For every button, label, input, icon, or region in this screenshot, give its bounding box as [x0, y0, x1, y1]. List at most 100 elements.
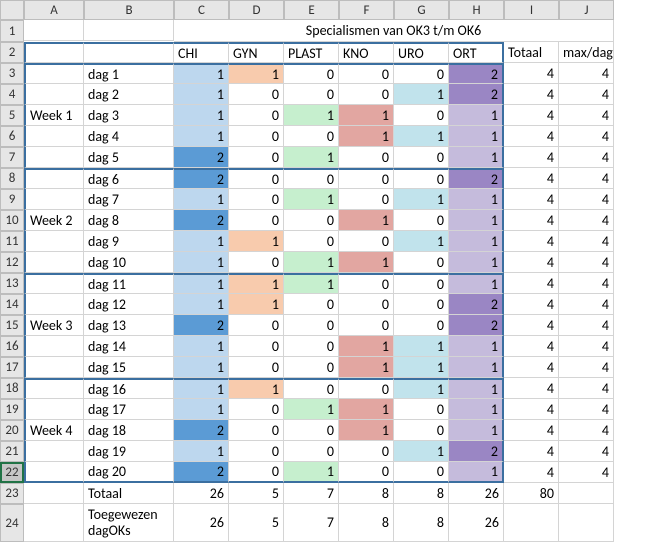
data-cell[interactable]: 0 [284, 294, 339, 315]
data-cell[interactable]: 1 [449, 231, 504, 252]
row-header[interactable]: 7 [0, 147, 24, 168]
data-cell[interactable]: 1 [174, 273, 229, 294]
data-cell[interactable]: 0 [339, 273, 394, 294]
data-cell[interactable]: 1 [449, 357, 504, 378]
data-cell[interactable]: 0 [394, 420, 449, 441]
data-cell[interactable]: 0 [394, 294, 449, 315]
data-cell[interactable]: 1 [394, 357, 449, 378]
data-cell[interactable]: 0 [394, 63, 449, 84]
data-cell[interactable]: 0 [394, 273, 449, 294]
data-cell[interactable]: 1 [174, 336, 229, 357]
col-header[interactable]: G [394, 0, 449, 20]
data-cell[interactable]: 2 [449, 315, 504, 336]
data-cell[interactable]: 1 [284, 252, 339, 273]
data-cell[interactable]: 2 [449, 294, 504, 315]
data-cell[interactable]: 1 [284, 105, 339, 126]
cell[interactable] [24, 483, 84, 504]
data-cell[interactable]: 0 [284, 168, 339, 189]
data-cell[interactable]: 0 [339, 189, 394, 210]
data-cell[interactable]: 1 [394, 126, 449, 147]
data-cell[interactable]: 1 [394, 189, 449, 210]
data-cell[interactable]: 1 [174, 231, 229, 252]
data-cell[interactable]: 0 [284, 357, 339, 378]
data-cell[interactable]: 1 [229, 378, 284, 399]
data-cell[interactable]: 1 [174, 357, 229, 378]
data-cell[interactable]: 1 [449, 105, 504, 126]
cell[interactable] [84, 20, 174, 41]
data-cell[interactable]: 1 [339, 105, 394, 126]
data-cell[interactable]: 0 [229, 84, 284, 105]
data-cell[interactable]: 2 [174, 315, 229, 336]
data-cell[interactable]: 0 [229, 420, 284, 441]
row-header[interactable]: 5 [0, 105, 24, 126]
data-cell[interactable]: 0 [229, 315, 284, 336]
data-cell[interactable]: 2 [449, 63, 504, 84]
data-cell[interactable]: 0 [229, 147, 284, 168]
data-cell[interactable]: 0 [394, 315, 449, 336]
row-header[interactable]: 4 [0, 84, 24, 105]
data-cell[interactable]: 1 [339, 336, 394, 357]
col-header[interactable]: E [284, 0, 339, 20]
data-cell[interactable]: 0 [339, 441, 394, 462]
row-header[interactable]: 1 [0, 20, 24, 42]
data-cell[interactable]: 1 [449, 273, 504, 294]
row-header[interactable]: 22 [0, 462, 24, 483]
row-header[interactable]: 21 [0, 441, 24, 462]
row-header[interactable]: 23 [0, 483, 24, 504]
row-header[interactable]: 8 [0, 168, 24, 189]
data-cell[interactable]: 1 [229, 63, 284, 84]
data-cell[interactable]: 2 [174, 210, 229, 231]
data-cell[interactable]: 0 [229, 357, 284, 378]
data-cell[interactable]: 0 [284, 336, 339, 357]
data-cell[interactable]: 1 [284, 189, 339, 210]
data-cell[interactable]: 1 [284, 273, 339, 294]
data-cell[interactable]: 1 [339, 357, 394, 378]
row-header[interactable]: 19 [0, 399, 24, 420]
data-cell[interactable]: 1 [449, 420, 504, 441]
data-cell[interactable]: 0 [394, 210, 449, 231]
data-cell[interactable]: 0 [394, 462, 449, 483]
data-cell[interactable]: 1 [339, 210, 394, 231]
data-cell[interactable]: 1 [394, 378, 449, 399]
data-cell[interactable]: 1 [174, 84, 229, 105]
data-cell[interactable]: 1 [174, 441, 229, 462]
row-header[interactable]: 9 [0, 189, 24, 210]
data-cell[interactable]: 2 [449, 168, 504, 189]
cell[interactable] [24, 42, 84, 63]
data-cell[interactable]: 0 [229, 441, 284, 462]
data-cell[interactable]: 0 [284, 210, 339, 231]
row-header[interactable]: 15 [0, 315, 24, 336]
data-cell[interactable]: 0 [284, 231, 339, 252]
data-cell[interactable]: 0 [339, 147, 394, 168]
data-cell[interactable]: 0 [339, 462, 394, 483]
data-cell[interactable]: 0 [339, 63, 394, 84]
col-header[interactable]: H [449, 0, 504, 20]
row-header[interactable]: 13 [0, 273, 24, 294]
row-header[interactable]: 17 [0, 357, 24, 378]
data-cell[interactable]: 0 [229, 399, 284, 420]
data-cell[interactable]: 0 [339, 294, 394, 315]
data-cell[interactable]: 0 [284, 126, 339, 147]
data-cell[interactable]: 0 [339, 168, 394, 189]
data-cell[interactable]: 0 [229, 252, 284, 273]
cell[interactable] [24, 20, 84, 41]
data-cell[interactable]: 0 [229, 168, 284, 189]
data-cell[interactable]: 0 [284, 84, 339, 105]
data-cell[interactable]: 1 [284, 147, 339, 168]
data-cell[interactable]: 0 [229, 336, 284, 357]
data-cell[interactable]: 1 [339, 126, 394, 147]
cell[interactable] [84, 42, 174, 63]
data-cell[interactable]: 1 [394, 84, 449, 105]
col-header[interactable]: B [84, 0, 174, 20]
data-cell[interactable]: 0 [229, 462, 284, 483]
data-cell[interactable]: 1 [174, 105, 229, 126]
data-cell[interactable]: 0 [284, 441, 339, 462]
row-header[interactable]: 2 [0, 42, 24, 63]
select-all-corner[interactable] [0, 0, 24, 20]
data-cell[interactable]: 0 [284, 63, 339, 84]
data-cell[interactable]: 1 [449, 336, 504, 357]
data-cell[interactable]: 1 [174, 126, 229, 147]
data-cell[interactable]: 1 [449, 189, 504, 210]
data-cell[interactable]: 2 [174, 147, 229, 168]
data-cell[interactable]: 1 [229, 294, 284, 315]
